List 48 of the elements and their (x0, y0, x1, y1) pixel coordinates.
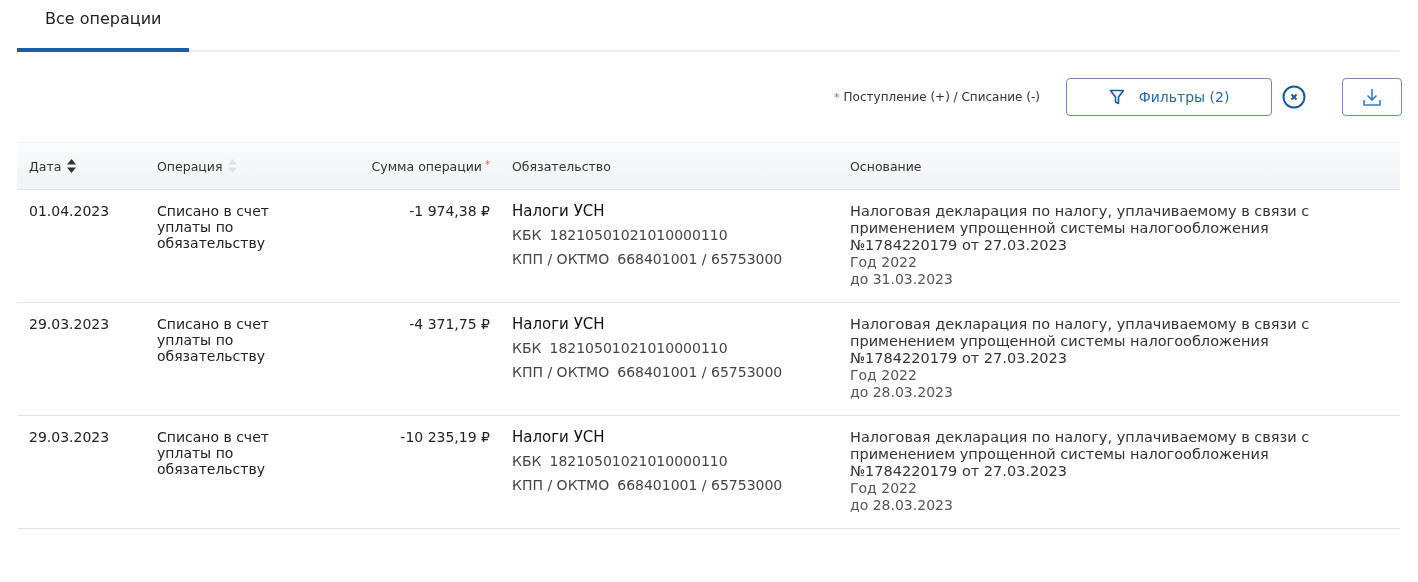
obligation-title: Налоги УСН (512, 316, 606, 332)
kpp-oktmo-label: КПП / ОКТМО (512, 477, 610, 493)
due-date-text: до 28.03.2023 (850, 384, 953, 401)
funnel-icon (1108, 88, 1125, 106)
kpp-oktmo-label: КПП / ОКТМО (512, 251, 610, 267)
sort-icon[interactable] (67, 159, 77, 173)
kbk-value: 18210501021010000110 (549, 453, 728, 469)
amount-cell: -4 371,75 ₽ (409, 316, 490, 332)
asterisk-mark: * (485, 158, 490, 170)
tab[interactable]: Все операции (17, 0, 190, 52)
clear-filters-icon[interactable] (1282, 85, 1306, 109)
column-header: Обязательство (512, 158, 611, 174)
kbk-value: 18210501021010000110 (549, 340, 728, 356)
date-cell: 01.04.2023 (29, 203, 110, 219)
kpp-oktmo-value: 668401001 / 65753000 (617, 251, 783, 267)
download-icon (1362, 87, 1382, 107)
column-header[interactable]: Дата (29, 158, 62, 174)
amount-cell: -1 974,38 ₽ (409, 203, 490, 219)
download-button[interactable] (1342, 78, 1402, 116)
kbk-value: 18210501021010000110 (549, 227, 728, 243)
amount-cell: -10 235,19 ₽ (400, 429, 490, 445)
basis-text: Налоговая декларация по налогу, уплачиваемому в связи с применением упрощенной системы налогообложения №1784220179 от 27.03.2023 (850, 429, 1311, 480)
asterisk-mark: * (834, 90, 840, 104)
legend-text: Поступление (+) / Списание (-) (843, 90, 1040, 104)
kbk-label: КБК (512, 340, 542, 356)
operation-cell-text: Списано в счет уплаты по обязательству (157, 316, 270, 364)
due-date-text: до 31.03.2023 (850, 271, 953, 288)
kbk-label: КБК (512, 227, 542, 243)
obligation-title: Налоги УСН (512, 429, 606, 445)
obligation-title: Налоги УСН (512, 203, 606, 219)
kpp-oktmo-value: 668401001 / 65753000 (617, 364, 783, 380)
due-date-text: до 28.03.2023 (850, 497, 953, 514)
filters-button[interactable]: Фильтры (2) (1066, 78, 1272, 116)
kpp-oktmo-label: КПП / ОКТМО (512, 364, 610, 380)
basis-text: Налоговая декларация по налогу, уплачиваемому в связи с применением упрощенной системы налогообложения №1784220179 от 27.03.2023 (850, 316, 1311, 367)
kbk-label: КБК (512, 453, 542, 469)
year-text: Год 2022 (850, 367, 917, 384)
kpp-oktmo-value: 668401001 / 65753000 (617, 477, 783, 493)
date-cell: 29.03.2023 (29, 429, 110, 445)
column-header[interactable]: Операция (157, 158, 223, 174)
column-header: Сумма операции (371, 158, 482, 174)
column-header: Основание (850, 158, 922, 174)
operation-cell-text: Списано в счет уплаты по обязательству (157, 203, 270, 251)
year-text: Год 2022 (850, 480, 917, 497)
basis-text: Налоговая декларация по налогу, уплачиваемому в связи с применением упрощенной системы налогообложения №1784220179 от 27.03.2023 (850, 203, 1311, 254)
year-text: Год 2022 (850, 254, 917, 271)
operation-cell-text: Списано в счет уплаты по обязательству (157, 429, 270, 477)
date-cell: 29.03.2023 (29, 316, 110, 332)
